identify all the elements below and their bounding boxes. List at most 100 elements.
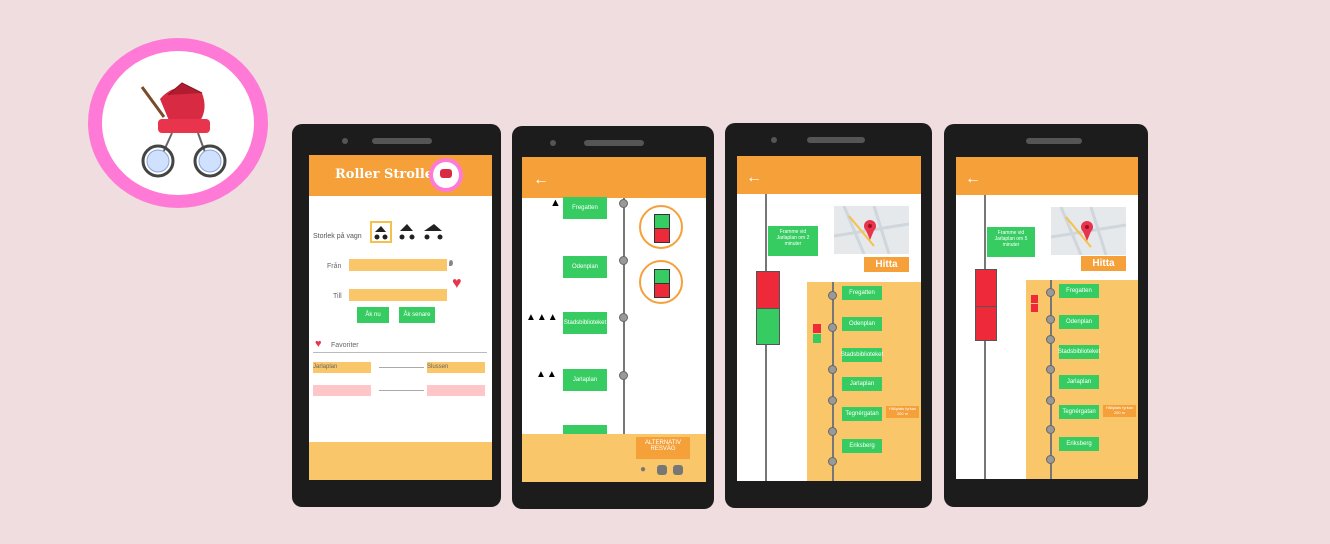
back-arrow-icon[interactable]: ← bbox=[533, 171, 549, 189]
header-logo-icon bbox=[429, 158, 463, 192]
train-car-red bbox=[756, 271, 780, 309]
stop-node bbox=[1046, 335, 1055, 344]
speaker bbox=[372, 138, 432, 144]
occupancy-indicator-2 bbox=[639, 260, 683, 304]
stroller-icon bbox=[399, 224, 415, 240]
stop-node bbox=[1046, 425, 1055, 434]
stop-node bbox=[619, 313, 628, 322]
stop-fregatten[interactable]: Fregatten bbox=[1059, 284, 1099, 298]
train-car-red bbox=[975, 269, 997, 307]
train-car-red bbox=[975, 306, 997, 341]
speaker bbox=[1026, 138, 1082, 144]
size-option-small[interactable] bbox=[370, 221, 392, 243]
phone-route: ← Fregatten Odenplan Stadsbiblioteket Ja… bbox=[512, 126, 714, 509]
stroller-icon: ▲▲▲ bbox=[526, 312, 559, 323]
stop-tegnergatan[interactable]: Tegnérgatan bbox=[842, 407, 882, 421]
size-option-medium[interactable] bbox=[397, 221, 419, 243]
stop-odenplan[interactable]: Odenplan bbox=[842, 317, 882, 331]
stop-node bbox=[619, 199, 628, 208]
stop-fregatten[interactable]: Fregatten bbox=[842, 286, 882, 300]
stroller-icon: ▲ bbox=[550, 197, 561, 209]
stop-node bbox=[828, 427, 837, 436]
occupancy-indicator-1 bbox=[639, 205, 683, 249]
speaker bbox=[807, 137, 865, 143]
stroller-icon: ▲▲ bbox=[536, 369, 558, 380]
favorite-empty-from[interactable] bbox=[313, 385, 371, 396]
app-header: Roller Stroller bbox=[309, 155, 492, 196]
stop-warning: Hållplats fyrkan 200 m bbox=[1103, 405, 1136, 417]
mini-train-icon bbox=[1031, 295, 1038, 303]
route-screen: ← Fregatten Odenplan Stadsbiblioteket Ja… bbox=[522, 157, 706, 482]
alternative-route-button[interactable]: ALTERNATIV RESVÄG bbox=[636, 437, 690, 459]
home-screen: Roller Stroller Storlek på vagn Från ♥ T… bbox=[309, 155, 492, 480]
favorite-empty-to[interactable] bbox=[427, 385, 485, 396]
stop-stadsbiblioteket[interactable]: Stadsbiblioteket bbox=[563, 312, 607, 334]
stop-fregatten[interactable]: Fregatten bbox=[563, 197, 607, 219]
stop-node bbox=[619, 256, 628, 265]
stop-odenplan[interactable]: Odenplan bbox=[1059, 315, 1099, 329]
stroller-logo bbox=[102, 51, 254, 195]
arrival-bubble: Framme vid Jarlaplan om 5 minuter bbox=[987, 227, 1035, 257]
phone-home: Roller Stroller Storlek på vagn Från ♥ T… bbox=[292, 124, 501, 507]
footer-bar bbox=[309, 442, 492, 480]
stroller-icon bbox=[424, 224, 443, 240]
stop-node bbox=[1046, 288, 1055, 297]
to-label: Till bbox=[333, 293, 342, 300]
favorite-to[interactable]: Slussen bbox=[427, 362, 485, 373]
stop-eriksberg[interactable]: Eriksberg bbox=[1059, 437, 1099, 451]
tracking-header: ← bbox=[737, 156, 921, 194]
stop-node bbox=[1046, 455, 1055, 464]
tracking-screen-2: ← Framme vid Jarlaplan om 5 minuter Hitt… bbox=[956, 157, 1138, 479]
from-input[interactable] bbox=[349, 259, 447, 271]
back-arrow-icon[interactable]: ← bbox=[965, 170, 981, 188]
map-thumbnail[interactable] bbox=[1050, 206, 1127, 256]
phone-tracking-2: ← Framme vid Jarlaplan om 5 minuter Hitt… bbox=[944, 124, 1148, 507]
camera bbox=[342, 138, 348, 144]
go-now-button[interactable]: Åk nu bbox=[357, 307, 389, 323]
map-marker-icon bbox=[833, 205, 910, 255]
stop-warning: Hållplats fyrkan 200 m bbox=[886, 406, 919, 418]
app-logo bbox=[88, 38, 268, 208]
app-title: Roller Stroller bbox=[335, 167, 440, 182]
mini-train-icon bbox=[813, 324, 821, 333]
arrow-icon bbox=[379, 390, 424, 391]
stop-node bbox=[828, 323, 837, 332]
mini-train-icon bbox=[1031, 304, 1038, 312]
favorite-from[interactable]: Jarlaplan bbox=[313, 362, 371, 373]
map-thumbnail[interactable] bbox=[833, 205, 910, 255]
stop-jarlaplan[interactable]: Jarlaplan bbox=[842, 377, 882, 391]
stop-node bbox=[828, 457, 837, 466]
stop-stadsbiblioteket[interactable]: Stadsbiblioteket bbox=[1058, 345, 1100, 359]
size-option-large[interactable] bbox=[422, 221, 446, 243]
stop-eriksberg[interactable]: Eriksberg bbox=[842, 439, 882, 453]
train-icon[interactable] bbox=[657, 465, 667, 475]
stop-odenplan[interactable]: Odenplan bbox=[563, 256, 607, 278]
bus-icon[interactable] bbox=[673, 465, 683, 475]
phone-tracking-1: ← Framme vid Jarlaplan om 2 minuter Hitt… bbox=[725, 123, 932, 508]
route-header: ← bbox=[522, 157, 706, 198]
back-arrow-icon[interactable]: ← bbox=[746, 169, 762, 187]
arrival-bubble: Framme vid Jarlaplan om 2 minuter bbox=[768, 226, 818, 256]
train-car-green bbox=[756, 308, 780, 345]
tracking-screen-1: ← Framme vid Jarlaplan om 2 minuter Hitt… bbox=[737, 156, 921, 481]
go-later-button[interactable]: Åk senare bbox=[399, 307, 435, 323]
stop-jarlaplan[interactable]: Jarlaplan bbox=[563, 369, 607, 391]
stroller-icon bbox=[374, 226, 388, 240]
stop-node bbox=[828, 396, 837, 405]
find-button[interactable]: Hitta bbox=[864, 257, 909, 272]
stop-node bbox=[1046, 315, 1055, 324]
mini-train-icon bbox=[813, 334, 821, 343]
arrow-icon bbox=[379, 367, 424, 368]
stop-tegnergatan[interactable]: Tegnérgatan bbox=[1059, 405, 1099, 419]
favorites-label: Favoriter bbox=[331, 342, 359, 349]
stop-node bbox=[619, 371, 628, 380]
heart-icon[interactable]: ♥ bbox=[452, 275, 462, 293]
walk-icon[interactable]: ● bbox=[640, 464, 646, 475]
find-button[interactable]: Hitta bbox=[1081, 256, 1126, 271]
stop-jarlaplan[interactable]: Jarlaplan bbox=[1059, 375, 1099, 389]
to-input[interactable] bbox=[349, 289, 447, 301]
route-line bbox=[1050, 280, 1052, 479]
stop-stadsbiblioteket[interactable]: Stadsbiblioteket bbox=[841, 348, 883, 362]
stop-node bbox=[828, 365, 837, 374]
size-label: Storlek på vagn bbox=[313, 233, 362, 240]
